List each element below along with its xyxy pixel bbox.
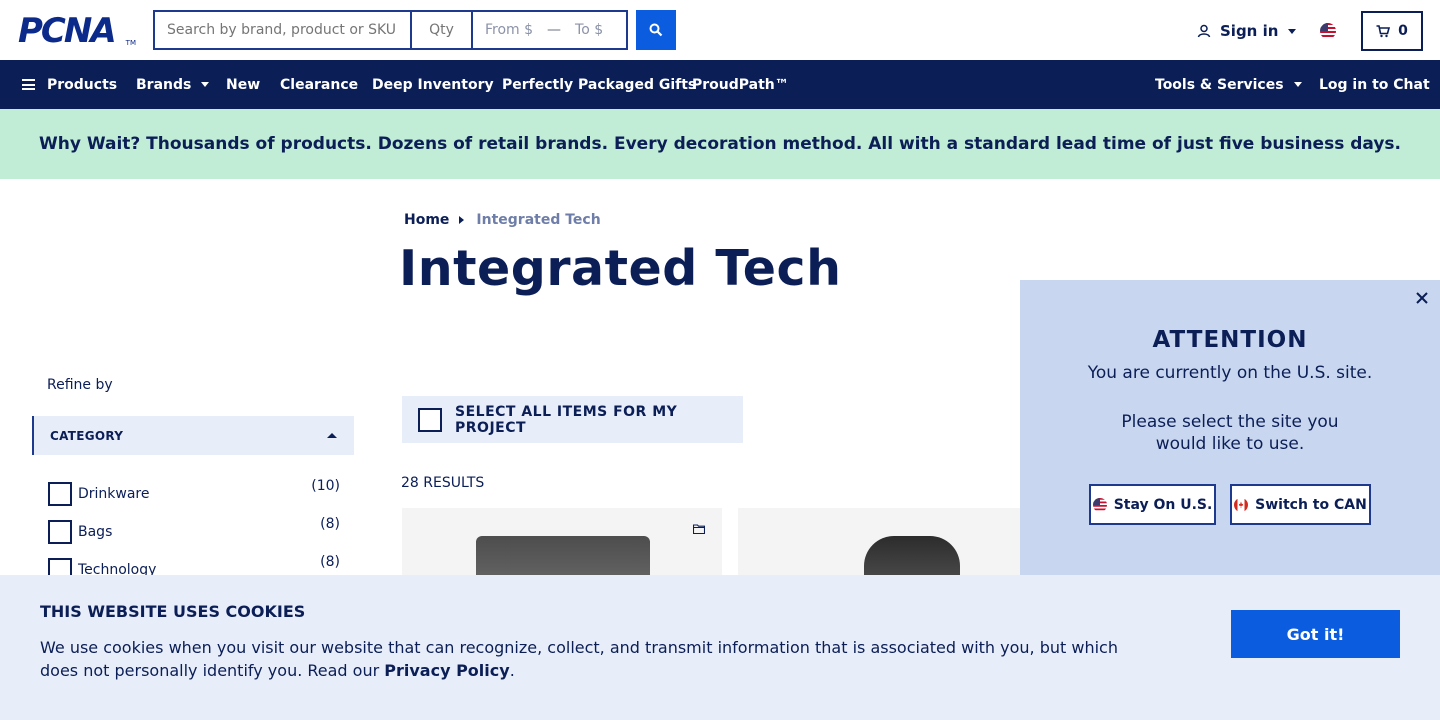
- search-input[interactable]: [155, 12, 412, 48]
- search-button[interactable]: [636, 10, 676, 50]
- category-filter-header[interactable]: CATEGORY: [32, 416, 354, 455]
- chevron-down-icon: [201, 82, 210, 87]
- price-range[interactable]: From $ — To $: [473, 12, 626, 48]
- logo-trademark: TM: [125, 39, 136, 47]
- hamburger-icon: [22, 79, 35, 90]
- nav-tools-label: Tools & Services: [1155, 76, 1284, 93]
- price-to-field[interactable]: To $: [575, 22, 603, 38]
- user-icon: [1197, 24, 1211, 38]
- search-icon: [649, 23, 663, 37]
- chevron-up-icon: [327, 433, 337, 438]
- nav-log-in-to-chat[interactable]: Log in to Chat: [1319, 60, 1430, 109]
- popup-instruction-line-2: would like to use.: [1155, 434, 1305, 454]
- price-from-field[interactable]: From $: [485, 22, 533, 38]
- select-all-label: SELECT ALL ITEMS FOR MY PROJECT: [455, 403, 678, 436]
- main-nav: Products Brands New Clearance Deep Inven…: [0, 60, 1440, 109]
- nav-deep-inventory[interactable]: Deep Inventory: [372, 60, 494, 109]
- nav-products-label: Products: [47, 76, 118, 93]
- chevron-down-icon: [1293, 82, 1302, 87]
- switch-to-can-button[interactable]: Switch to CAN: [1230, 484, 1371, 525]
- cookie-banner: THIS WEBSITE USES COOKIES We use cookies…: [0, 575, 1440, 720]
- close-icon[interactable]: [1414, 290, 1430, 306]
- category-count: (8): [320, 554, 340, 570]
- breadcrumb-current: Integrated Tech: [476, 212, 601, 228]
- category-label: Drinkware: [78, 486, 150, 502]
- cookie-title: THIS WEBSITE USES COOKIES: [40, 602, 306, 621]
- pcna-logo[interactable]: PCNA TM: [18, 13, 136, 49]
- logo-text: PCNA: [18, 11, 117, 51]
- switch-to-can-label: Switch to CAN: [1255, 496, 1367, 513]
- results-count: 28 RESULTS: [401, 475, 485, 491]
- popup-instruction-line-1: Please select the site you: [1121, 412, 1339, 432]
- nav-brands-label: Brands: [136, 76, 192, 93]
- category-count: (10): [311, 478, 340, 494]
- canada-flag-icon: [1234, 497, 1249, 512]
- page-title: Integrated Tech: [399, 240, 842, 297]
- site-selector-popup: ATTENTION You are currently on the U.S. …: [1020, 280, 1440, 580]
- us-flag-icon[interactable]: [1320, 23, 1336, 39]
- sign-in-menu[interactable]: Sign in: [1197, 20, 1297, 42]
- promo-banner: Why Wait? Thousands of products. Dozens …: [0, 109, 1440, 179]
- nav-new[interactable]: New: [226, 60, 260, 109]
- folder-icon[interactable]: [693, 524, 705, 534]
- site-header: PCNA TM From $ — To $ Sign in 0: [0, 0, 1440, 60]
- cookie-text: We use cookies when you visit our websit…: [40, 636, 1140, 682]
- search-bar: From $ — To $: [153, 10, 628, 50]
- sign-in-label: Sign in: [1220, 22, 1279, 40]
- chevron-right-icon: [459, 216, 465, 224]
- chevron-down-icon: [1288, 28, 1297, 34]
- nav-clearance[interactable]: Clearance: [280, 60, 358, 109]
- nav-perfectly-packaged-gifts[interactable]: Perfectly Packaged Gifts: [502, 60, 696, 109]
- category-header-label: CATEGORY: [50, 428, 124, 443]
- cart-count: 0: [1398, 23, 1408, 39]
- category-checkbox[interactable]: [48, 482, 72, 506]
- category-count: (8): [320, 516, 340, 532]
- refine-by-label: Refine by: [47, 377, 113, 393]
- category-item-bags[interactable]: Bags (8): [48, 516, 340, 544]
- nav-products[interactable]: Products: [22, 60, 117, 109]
- select-all-checkbox[interactable]: [418, 407, 442, 432]
- stay-on-us-label: Stay On U.S.: [1113, 496, 1213, 513]
- cookie-body: We use cookies when you visit our websit…: [40, 638, 1118, 680]
- stay-on-us-button[interactable]: Stay On U.S.: [1089, 484, 1216, 525]
- price-dash: —: [547, 22, 562, 38]
- popup-title: ATTENTION: [1152, 327, 1308, 353]
- select-all-items-button[interactable]: SELECT ALL ITEMS FOR MY PROJECT: [402, 396, 743, 443]
- breadcrumb: Home Integrated Tech: [404, 212, 601, 228]
- category-item-drinkware[interactable]: Drinkware (10): [48, 478, 340, 506]
- us-flag-icon: [1092, 497, 1107, 512]
- nav-proudpath[interactable]: ProudPath™: [692, 60, 789, 109]
- cookie-body-end: .: [509, 661, 515, 680]
- cart-button[interactable]: 0: [1361, 11, 1423, 51]
- privacy-policy-link[interactable]: Privacy Policy: [384, 661, 509, 680]
- category-label: Bags: [78, 524, 113, 540]
- popup-current-site-text: You are currently on the U.S. site.: [1087, 363, 1373, 383]
- nav-tools-services[interactable]: Tools & Services: [1155, 60, 1302, 109]
- nav-brands[interactable]: Brands: [136, 60, 210, 109]
- breadcrumb-home[interactable]: Home: [404, 212, 449, 228]
- qty-input[interactable]: [412, 12, 473, 48]
- cart-icon: [1376, 24, 1391, 37]
- got-it-button[interactable]: Got it!: [1231, 610, 1400, 658]
- category-checkbox[interactable]: [48, 520, 72, 544]
